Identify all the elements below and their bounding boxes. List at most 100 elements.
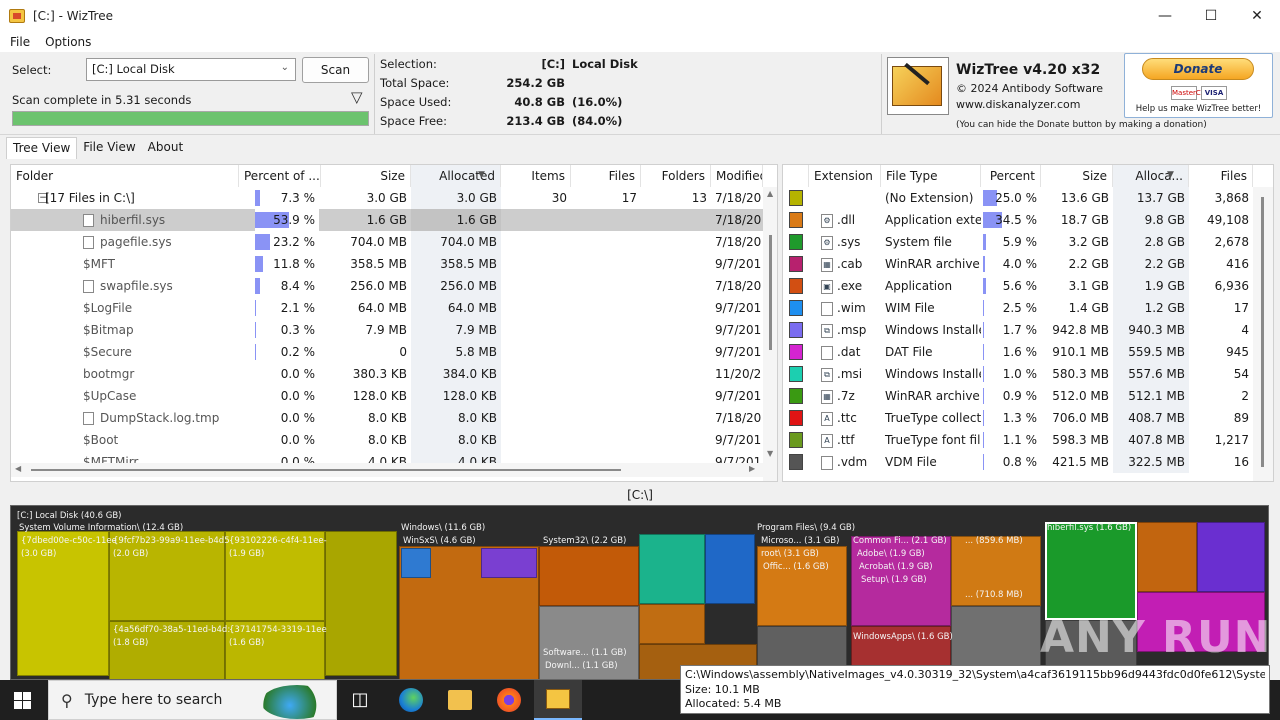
ext-column-4[interactable]: Alloca... [1113,165,1189,187]
wiztree-taskbar-button[interactable] [534,680,582,720]
tree-column-7[interactable]: Modified [711,165,763,187]
table-row[interactable]: pagefile.sys 23.2 % 704.0 MB 704.0 MB 7/18/2… [11,231,777,253]
tree-vertical-scrollbar[interactable]: ▲ ▼ [763,187,777,481]
ext-scroll-thumb[interactable] [1261,197,1264,467]
menu-options[interactable]: Options [39,35,96,49]
ext-column-0[interactable]: Extension [809,165,881,187]
percent-cell: 25.0 % [981,187,1041,209]
menu-file[interactable]: File [4,35,35,49]
items-cell [501,209,571,231]
tree-column-3[interactable]: Allocated [411,165,501,187]
tooltip-path: C:\Windows\assembly\NativeImages_v4.0.30… [685,668,1265,681]
scroll-down-icon[interactable]: ▼ [767,449,773,458]
list-item[interactable]: .dat DAT File 1.6 % 910.1 MB 559.5 MB 945 [783,341,1273,363]
windows-start-icon[interactable] [14,692,31,709]
tab-file-view[interactable]: File View [77,137,141,159]
list-item[interactable]: A .ttc TrueType collecti 1.3 % 706.0 MB 408.7… [783,407,1273,429]
scroll-up-icon[interactable]: ▲ [767,189,773,198]
ext-column-2[interactable]: Percent [981,165,1041,187]
treemap-block[interactable] [539,546,639,606]
tree-horizontal-scrollbar[interactable]: ◀ ▶ [11,463,763,477]
file-type-font-icon: A [821,411,833,426]
treemap-block[interactable] [639,604,705,644]
list-item[interactable]: ⚙ .sys System file 5.9 % 3.2 GB 2.8 GB 2,678 [783,231,1273,253]
space-free-label: Space Free: [380,114,447,128]
file-type-cell: Application exte [885,213,981,227]
donate-panel[interactable]: Donate MasterCard VISA Help us make WizT… [1124,53,1273,118]
table-row[interactable]: $LogFile 2.1 % 64.0 MB 64.0 MB 9/7/201 [11,297,777,319]
scan-button[interactable]: Scan [302,57,369,83]
treemap-block[interactable] [639,534,705,604]
file-explorer-icon[interactable] [448,690,472,710]
file-type-doc-icon [821,345,833,360]
table-row[interactable]: $Secure 0.2 % 0 5.8 MB 9/7/201 [11,341,777,363]
list-item[interactable]: .vdm VDM File 0.8 % 421.5 MB 322.5 MB 16 [783,451,1273,473]
alloc-cell: 64.0 MB [411,297,501,319]
table-row[interactable]: DumpStack.log.tmp 0.0 % 8.0 KB 8.0 KB 7/18/2… [11,407,777,429]
filter-icon[interactable]: ▽ [351,88,363,106]
space-used-value: 40.8 GB [514,95,565,109]
firefox-icon[interactable] [497,688,521,712]
list-item[interactable]: ⧉ .msi Windows Installe 1.0 % 580.3 MB 557.6 … [783,363,1273,385]
table-row[interactable]: $Bitmap 0.3 % 7.9 MB 7.9 MB 9/7/201 [11,319,777,341]
treemap-block[interactable] [1137,522,1197,592]
about-website[interactable]: www.diskanalyzer.com [956,98,1081,111]
list-item[interactable]: .wim WIM File 2.5 % 1.4 GB 1.2 GB 17 [783,297,1273,319]
wiztree-app-icon [9,9,25,23]
table-row[interactable]: $Boot 0.0 % 8.0 KB 8.0 KB 9/7/201 [11,429,777,451]
list-item[interactable]: ⚙ .dll Application exte 34.5 % 18.7 GB 9.8 GB… [783,209,1273,231]
donate-subtitle: Help us make WizTree better! [1135,104,1262,114]
tree-column-2[interactable]: Size [321,165,411,187]
task-view-icon[interactable]: ◫ [348,688,372,712]
list-item[interactable]: (No Extension) 25.0 % 13.6 GB 13.7 GB 3,868 [783,187,1273,209]
table-row[interactable]: $MFT 11.8 % 358.5 MB 358.5 MB 9/7/201 [11,253,777,275]
tree-column-5[interactable]: Files [571,165,641,187]
donate-button[interactable]: Donate [1142,58,1254,80]
tree-column-1[interactable]: Percent of ... [239,165,321,187]
table-row[interactable]: hiberfil.sys 53.9 % 1.6 GB 1.6 GB 7/18/20 [11,209,777,231]
table-row[interactable]: $UpCase 0.0 % 128.0 KB 128.0 KB 9/7/201 [11,385,777,407]
percent-cell: 1.7 % [981,319,1041,341]
treemap-block[interactable] [325,531,397,676]
table-row[interactable]: swapfile.sys 8.4 % 256.0 MB 256.0 MB 7/18/20 [11,275,777,297]
list-item[interactable]: A .ttf TrueType font fil 1.1 % 598.3 MB 407.8… [783,429,1273,451]
ext-column-5[interactable]: Files [1189,165,1253,187]
treemap-block[interactable] [401,548,431,578]
scroll-right-icon[interactable]: ▶ [749,464,755,473]
maximize-button[interactable]: ☐ [1188,0,1234,32]
list-item[interactable]: ▦ .cab WinRAR archive 4.0 % 2.2 GB 2.2 GB 416 [783,253,1273,275]
ext-column-3[interactable]: Size [1041,165,1113,187]
tree-column-4[interactable]: Items [501,165,571,187]
treemap-block[interactable] [481,548,537,578]
taskbar-search-box[interactable]: ⚲ Type here to search [48,680,337,720]
extension-cell: ▦ .cab [809,253,881,275]
scroll-left-icon[interactable]: ◀ [15,464,21,473]
table-row[interactable]: − [17 Files in C:\] 7.3 % 3.0 GB 3.0 GB 30 17 1… [11,187,777,209]
tab-tree-view[interactable]: Tree View [6,137,78,159]
treemap-block[interactable] [705,534,755,604]
files-cell: 416 [1226,257,1249,271]
drive-select[interactable]: [C:] Local Disk ⌄ [86,58,296,81]
extension-color-swatch [789,300,803,316]
modified-cell: 11/20/2 [715,367,762,381]
items-cell [501,253,571,275]
folder-name: $Secure [83,345,132,359]
list-item[interactable]: ⧉ .msp Windows Installe 1.7 % 942.8 MB 940.3 … [783,319,1273,341]
close-button[interactable]: ✕ [1234,0,1280,32]
ext-vertical-scrollbar[interactable] [1253,187,1273,481]
tab-about[interactable]: About [142,137,189,159]
list-item[interactable]: ▦ .7z WinRAR archive 0.9 % 512.0 MB 512.1 MB 2 [783,385,1273,407]
tree-column-0[interactable]: Folder [11,165,239,187]
tree-column-6[interactable]: Folders [641,165,711,187]
minimize-button[interactable]: — [1142,0,1188,32]
alloc-cell: 128.0 KB [411,385,501,407]
tree-hscroll-thumb[interactable] [31,469,621,471]
treemap-block[interactable] [1197,522,1265,592]
table-row[interactable]: bootmgr 0.0 % 380.3 KB 384.0 KB 11/20/2 [11,363,777,385]
ext-column-1[interactable]: File Type [881,165,981,187]
items-cell [501,407,571,429]
list-item[interactable]: ▣ .exe Application 5.6 % 3.1 GB 1.9 GB 6,936 [783,275,1273,297]
edge-icon[interactable] [399,688,423,712]
tree-scroll-thumb[interactable] [769,235,772,350]
file-type-cell: System file [885,235,952,249]
